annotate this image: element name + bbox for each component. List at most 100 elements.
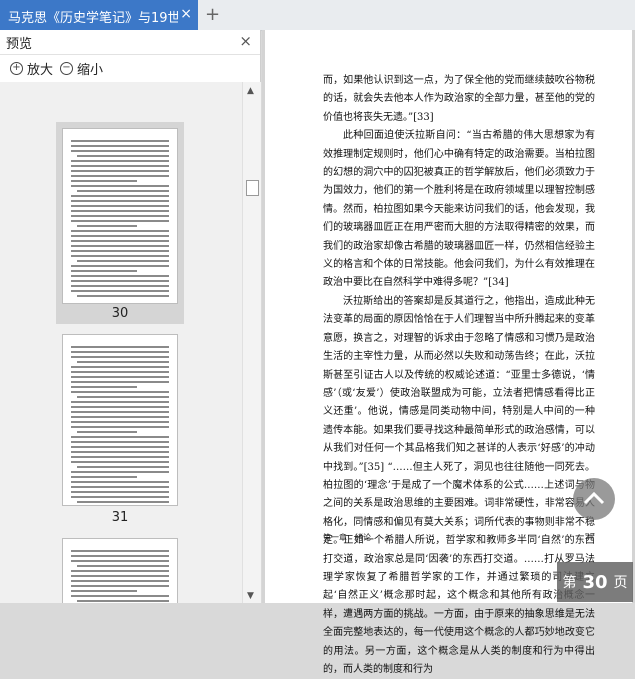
thumbnail-text-line: [71, 471, 169, 473]
page-number-footer: 27: [584, 532, 595, 541]
thumbnail-text-line: [71, 230, 169, 232]
thumbnail-text-line: [71, 381, 169, 383]
thumbnail-text-line: [71, 570, 169, 572]
thumbnail-list[interactable]: 30 31: [0, 82, 242, 603]
thumbnail-text-line: [71, 575, 169, 577]
thumbnail-text-line: [71, 245, 169, 247]
thumbnail-text-line: [71, 451, 169, 453]
thumbnail-text-line: [77, 431, 137, 433]
new-tab-icon[interactable]: +: [205, 4, 220, 25]
scroll-to-top-button[interactable]: [573, 478, 615, 520]
page-indicator-number: 30: [582, 571, 608, 593]
thumbnail-text-line: [71, 351, 169, 353]
thumbnail-text-line: [71, 165, 169, 167]
zoom-in-button[interactable]: + 放大: [10, 58, 53, 78]
thumbnail-text-line: [71, 280, 169, 282]
tab-title[interactable]: 马克思《历史学笔记》与19世纪: [8, 7, 178, 26]
thumbnail-text-line: [77, 225, 137, 227]
thumbnail-text-line: [71, 210, 169, 212]
thumbnail-text-line: [71, 476, 137, 478]
thumbnail-page-32[interactable]: [56, 532, 184, 603]
thumbnail-text-line: [71, 416, 169, 418]
thumbnail-text-line: [71, 550, 169, 552]
tab-bar: 马克思《历史学笔记》与19世纪 × +: [0, 0, 635, 31]
paragraph: 沃拉斯给出的答案却是反其道行之，他指出，造成此种无法变革的局面的原因恰恰在于人们…: [323, 295, 595, 675]
thumbnail-text-line: [71, 555, 169, 557]
thumbnail-text-line: [71, 185, 169, 187]
thumbnail-page-30[interactable]: 30: [56, 122, 184, 324]
thumbnail-image: [62, 538, 178, 603]
sidebar-header: 预览 ×: [0, 30, 260, 55]
thumbnail-text-line: [71, 160, 169, 162]
thumbnail-text-line: [77, 501, 169, 503]
thumbnail-text-line: [71, 496, 169, 498]
scrollbar-thumb[interactable]: [246, 180, 259, 196]
thumbnail-text-line: [71, 175, 169, 177]
zoom-toolbar: + 放大 − 缩小: [0, 54, 260, 83]
thumbnail-page-31[interactable]: 31: [56, 328, 184, 528]
document-view[interactable]: 而，如果他认识到这一点，为了保全他的党而继续鼓吹谷物税的话，就会失去他本人作为政…: [262, 30, 635, 675]
thumbnail-text-line: [71, 426, 169, 428]
thumbnail-text-line: [71, 180, 137, 182]
thumbnail-text-line: [71, 240, 169, 242]
thumbnail-text-line: [71, 150, 169, 152]
thumbnail-text-line: [71, 140, 169, 142]
thumbnail-text-line: [71, 235, 169, 237]
document-page: 而，如果他认识到这一点，为了保全他的党而继续鼓吹谷物税的话，就会失去他本人作为政…: [265, 30, 632, 675]
thumbnail-text-line: [71, 145, 169, 147]
thumbnail-text-line: [71, 446, 169, 448]
thumbnail-image: [62, 128, 178, 304]
thumbnail-text-line: [71, 560, 169, 562]
thumbnail-page-number: 30: [111, 306, 129, 321]
scroll-up-icon[interactable]: ▲: [247, 86, 254, 96]
sidebar-scrollbar[interactable]: ▲ ▼: [242, 82, 261, 603]
thumbnail-text-line: [71, 366, 169, 368]
thumbnail-text-line: [77, 565, 169, 567]
page-indicator-suffix: 页: [613, 575, 628, 591]
close-tab-icon[interactable]: ×: [180, 6, 192, 22]
thumbnail-text-line: [71, 290, 169, 292]
thumbnail-text-line: [71, 590, 137, 592]
thumbnail-text-line: [71, 356, 169, 358]
thumbnail-text-line: [71, 215, 169, 217]
thumbnail-text-line: [71, 220, 169, 222]
zoom-out-icon: −: [60, 61, 73, 75]
running-footer: 第一章 绪论: [323, 533, 371, 542]
thumbnail-text-line: [71, 371, 169, 373]
zoom-in-icon: +: [10, 61, 23, 75]
paragraph: 此种回面迫使沃拉斯自问：“当古希腊的伟大思想家为有效推理制定规则时，他们心中确有…: [323, 130, 595, 289]
thumbnail-text-line: [71, 491, 169, 493]
thumbnail-text-line: [71, 200, 169, 202]
thumbnail-text-line: [71, 406, 169, 408]
thumbnail-text-line: [71, 255, 169, 257]
thumbnail-text-line: [71, 486, 169, 488]
thumbnail-text-line: [71, 411, 169, 413]
chevron-up-icon: [583, 491, 605, 505]
thumbnail-text-line: [71, 436, 169, 438]
zoom-out-button[interactable]: − 缩小: [60, 58, 103, 78]
thumbnail-text-line: [77, 396, 169, 398]
thumbnail-text-line: [71, 401, 169, 403]
document-tab[interactable]: 马克思《历史学笔记》与19世纪 ×: [0, 0, 198, 30]
zoom-out-label: 缩小: [77, 62, 104, 78]
thumbnail-text-line: [71, 421, 169, 423]
page-indicator: 第 30 页: [557, 562, 633, 602]
zoom-in-label: 放大: [27, 62, 54, 78]
thumbnail-text-line: [71, 275, 169, 277]
thumbnail-text-line: [71, 441, 169, 443]
thumbnail-text-line: [77, 295, 169, 297]
thumbnail-text-line: [77, 361, 169, 363]
thumbnail-text-line: [71, 456, 169, 458]
thumbnail-text-line: [71, 595, 169, 597]
thumbnail-text-line: [71, 585, 169, 587]
thumbnail-text-line: [71, 346, 169, 348]
preview-sidebar: 预览 × + 放大 − 缩小 30 31 ▲ ▼: [0, 30, 261, 603]
thumbnail-text-line: [77, 260, 169, 262]
scroll-down-icon[interactable]: ▼: [247, 591, 254, 601]
paragraph: 而，如果他认识到这一点，为了保全他的党而继续鼓吹谷物税的话，就会失去他本人作为政…: [323, 75, 595, 123]
close-sidebar-icon[interactable]: ×: [239, 32, 252, 50]
page-body: 而，如果他认识到这一点，为了保全他的党而继续鼓吹谷物税的话，就会失去他本人作为政…: [323, 72, 595, 679]
thumbnail-text-line: [71, 391, 169, 393]
thumbnail-text-line: [71, 285, 169, 287]
thumbnail-text-line: [71, 461, 169, 463]
